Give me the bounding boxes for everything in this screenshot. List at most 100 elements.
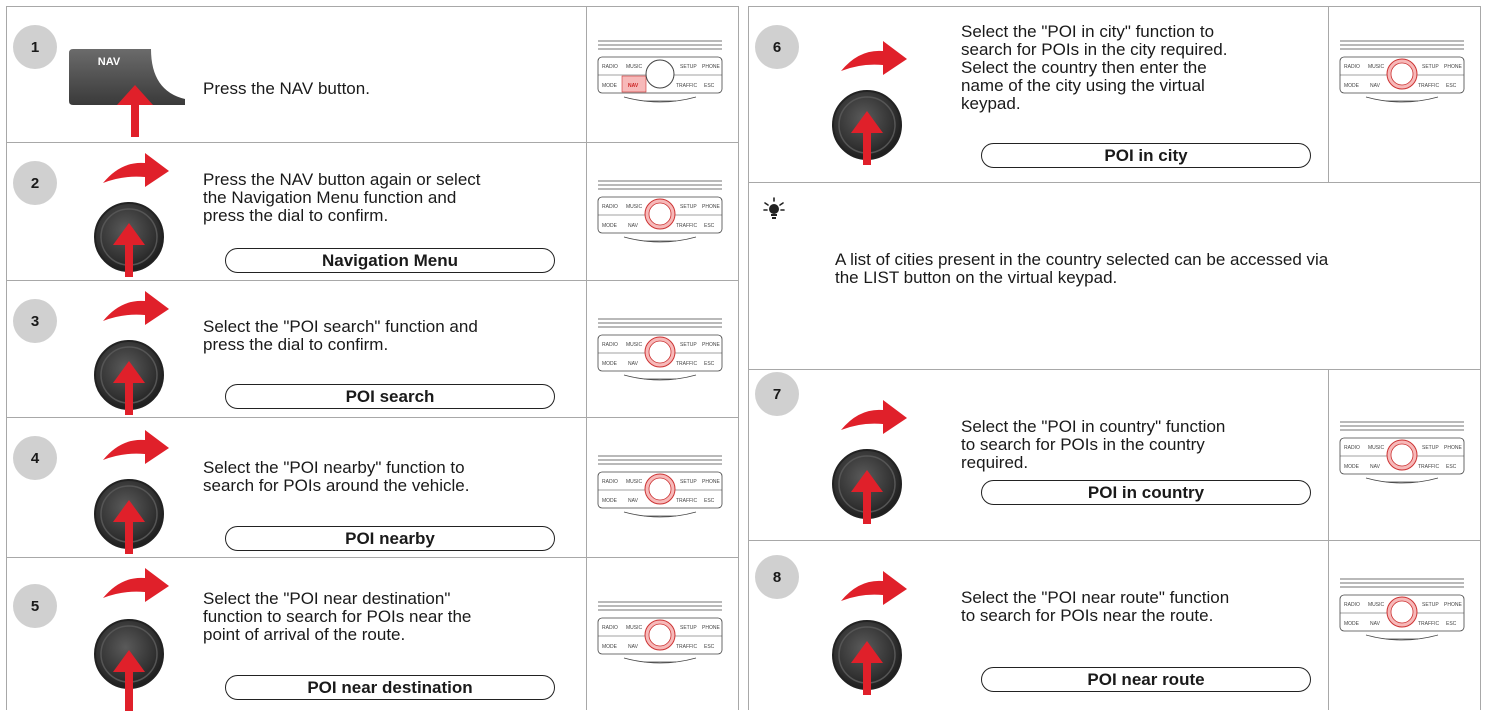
instruction-line: function to search for POIs near the bbox=[203, 607, 472, 626]
instruction-line: Select the "POI in country" function bbox=[961, 417, 1226, 436]
console-radio-label: RADIO bbox=[1344, 445, 1360, 451]
instruction-line: required. bbox=[961, 453, 1029, 472]
instruction-line: press the dial to confirm. bbox=[203, 206, 389, 225]
console-music-label: MUSIC bbox=[626, 204, 643, 210]
step-3-panel: 3 Select the "POI search" function and p… bbox=[6, 280, 739, 418]
instruction-line: Press the NAV button. bbox=[203, 79, 370, 98]
console-setup-label: SETUP bbox=[680, 625, 697, 631]
step-4-instruction: Select the "POI nearby" function to sear… bbox=[203, 459, 583, 495]
instruction-line: to search for POIs in the country bbox=[961, 435, 1205, 454]
console-esc-label: ESC bbox=[704, 223, 715, 229]
console-music-label: MUSIC bbox=[1368, 445, 1385, 451]
instruction-line: Select the "POI near route" function bbox=[961, 588, 1230, 607]
console-traffic-label: TRAFFIC bbox=[676, 83, 697, 89]
instruction-line: Select the "POI search" function and bbox=[203, 317, 478, 336]
console-setup-label: SETUP bbox=[680, 64, 697, 70]
console-radio-label: RADIO bbox=[602, 342, 618, 348]
step-2-panel: 2 Press the NAV button again or select t… bbox=[6, 142, 739, 281]
console-illustration: RADIO MUSIC SETUP PHONE MODE NAV TRAFFIC… bbox=[594, 598, 726, 675]
step-number: 6 bbox=[755, 25, 799, 69]
console-traffic-label: TRAFFIC bbox=[1418, 621, 1439, 627]
console-nav-label: NAV bbox=[628, 361, 639, 367]
console-setup-label: SETUP bbox=[1422, 445, 1439, 451]
console-esc-label: ESC bbox=[704, 83, 715, 89]
console-illustration: RADIO MUSIC SETUP PHONE MODE NAV TRAFFIC… bbox=[1336, 575, 1468, 652]
console-nav-label: NAV bbox=[1370, 83, 1381, 89]
console-radio-label: RADIO bbox=[602, 479, 618, 485]
instruction-line: Select the country then enter the bbox=[961, 58, 1207, 77]
instruction-line: the Navigation Menu function and bbox=[203, 188, 457, 207]
console-traffic-label: TRAFFIC bbox=[676, 361, 697, 367]
nav-key-icon: NAV bbox=[69, 47, 189, 144]
console-traffic-label: TRAFFIC bbox=[1418, 83, 1439, 89]
step-number: 1 bbox=[13, 25, 57, 69]
step-6-instruction: Select the "POI in city" function to sea… bbox=[961, 23, 1341, 113]
console-illustration: RADIO MUSIC SETUP PHONE MODE NAV TRAFFIC… bbox=[1336, 37, 1468, 114]
console-radio-label: RADIO bbox=[602, 204, 618, 210]
step-number: 5 bbox=[13, 584, 57, 628]
console-setup-label: SETUP bbox=[680, 204, 697, 210]
step-4-panel: 4 Select the "POI nearby" function to se… bbox=[6, 417, 739, 558]
tip-panel: A list of cities present in the country … bbox=[748, 182, 1481, 370]
rotary-dial-icon bbox=[829, 396, 913, 529]
step-8-instruction: Select the "POI near route" function to … bbox=[961, 589, 1341, 625]
console-illustration: RADIO MUSIC SETUP PHONE MODE NAV TRAFFIC… bbox=[1336, 418, 1468, 495]
step-6-panel: 6 Select the "POI in city" function to s… bbox=[748, 6, 1481, 183]
console-music-label: MUSIC bbox=[626, 479, 643, 485]
console-illustration: RADIO MUSIC SETUP PHONE MODE NAV TRAFFIC… bbox=[594, 37, 726, 114]
step-8-panel: 8 Select the "POI near route" function t… bbox=[748, 540, 1481, 710]
menu-option-pill: POI in country bbox=[981, 480, 1311, 505]
console-radio-label: RADIO bbox=[602, 625, 618, 631]
console-radio-label: RADIO bbox=[1344, 602, 1360, 608]
menu-option-pill: Navigation Menu bbox=[225, 248, 555, 273]
instruction-line: point of arrival of the route. bbox=[203, 625, 406, 644]
instruction-line: Press the NAV button again or select bbox=[203, 170, 481, 189]
step-7-panel: 7 Select the "POI in country" function t… bbox=[748, 369, 1481, 541]
console-nav-label: NAV bbox=[1370, 464, 1381, 470]
console-esc-label: ESC bbox=[704, 361, 715, 367]
step-5-panel: 5 Select the "POI near destination" func… bbox=[6, 557, 739, 711]
step-3-instruction: Select the "POI search" function and pre… bbox=[203, 318, 583, 354]
console-mode-label: MODE bbox=[602, 498, 618, 504]
console-esc-label: ESC bbox=[1446, 83, 1457, 89]
console-setup-label: SETUP bbox=[1422, 64, 1439, 70]
instruction-line: search for POIs in the city required. bbox=[961, 40, 1228, 59]
console-illustration: RADIO MUSIC SETUP PHONE MODE NAV TRAFFIC… bbox=[594, 315, 726, 392]
console-phone-label: PHONE bbox=[1444, 445, 1462, 451]
console-nav-label: NAV bbox=[628, 644, 639, 650]
rotary-dial-icon bbox=[829, 567, 913, 700]
console-mode-label: MODE bbox=[602, 644, 618, 650]
menu-option-pill: POI nearby bbox=[225, 526, 555, 551]
step-number: 3 bbox=[13, 299, 57, 343]
console-traffic-label: TRAFFIC bbox=[676, 644, 697, 650]
step-number: 7 bbox=[755, 372, 799, 416]
console-phone-label: PHONE bbox=[702, 204, 720, 210]
console-radio-label: RADIO bbox=[1344, 64, 1360, 70]
console-traffic-label: TRAFFIC bbox=[676, 223, 697, 229]
console-esc-label: ESC bbox=[704, 498, 715, 504]
menu-option-pill: POI in city bbox=[981, 143, 1311, 168]
console-traffic-label: TRAFFIC bbox=[676, 498, 697, 504]
console-traffic-label: TRAFFIC bbox=[1418, 464, 1439, 470]
console-phone-label: PHONE bbox=[702, 625, 720, 631]
console-nav-label: NAV bbox=[1370, 621, 1381, 627]
console-music-label: MUSIC bbox=[1368, 64, 1385, 70]
console-phone-label: PHONE bbox=[1444, 602, 1462, 608]
nav-key-label: NAV bbox=[98, 56, 121, 68]
instruction-line: name of the city using the virtual bbox=[961, 76, 1205, 95]
step-2-instruction: Press the NAV button again or select the… bbox=[203, 171, 583, 225]
instruction-line: Select the "POI nearby" function to bbox=[203, 458, 465, 477]
step-5-instruction: Select the "POI near destination" functi… bbox=[203, 590, 583, 644]
tip-line: A list of cities present in the country … bbox=[835, 250, 1329, 269]
console-esc-label: ESC bbox=[704, 644, 715, 650]
console-esc-label: ESC bbox=[1446, 464, 1457, 470]
console-mode-label: MODE bbox=[1344, 464, 1360, 470]
console-setup-label: SETUP bbox=[680, 342, 697, 348]
console-nav-label: NAV bbox=[628, 498, 639, 504]
step-number: 4 bbox=[13, 436, 57, 480]
step-number: 2 bbox=[13, 161, 57, 205]
step-1-instruction: Press the NAV button. bbox=[203, 80, 563, 98]
console-phone-label: PHONE bbox=[1444, 64, 1462, 70]
console-mode-label: MODE bbox=[602, 223, 618, 229]
console-illustration: RADIO MUSIC SETUP PHONE MODE NAV TRAFFIC… bbox=[594, 177, 726, 254]
